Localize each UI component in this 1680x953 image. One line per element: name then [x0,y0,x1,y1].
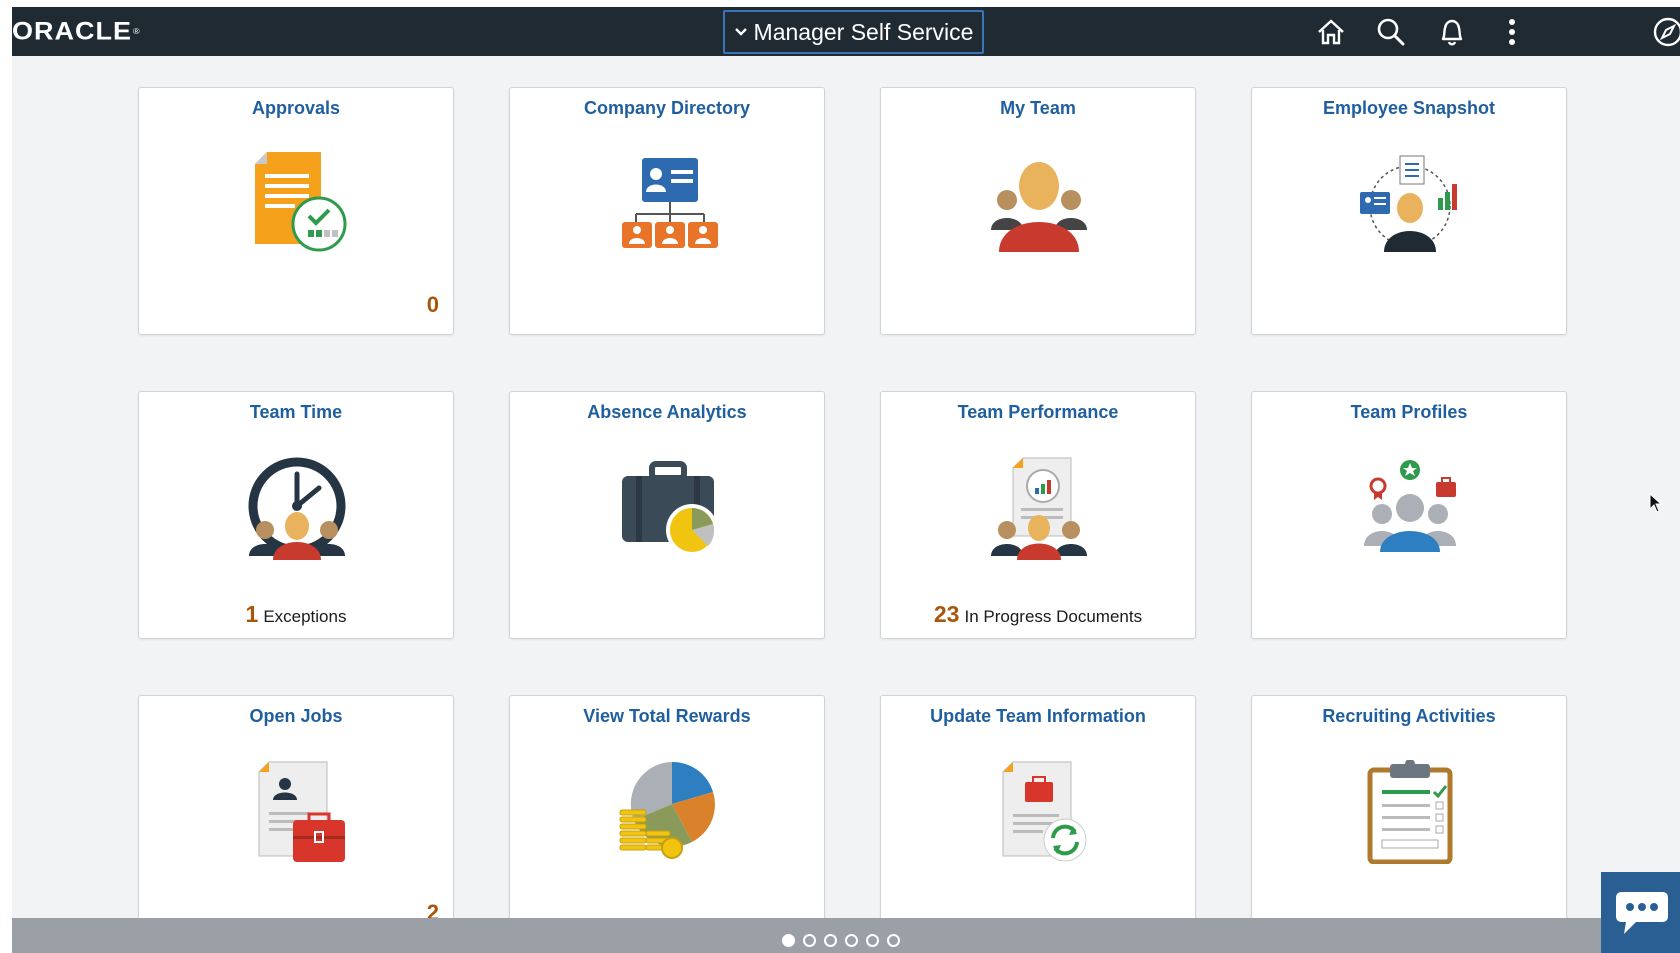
tile-title: My Team [1000,98,1076,118]
mouse-cursor-icon [1649,493,1663,513]
total-rewards-icon [614,758,722,866]
search-icon[interactable] [1373,14,1409,50]
team-performance-metric: 23 In Progress Documents [881,601,1195,628]
tile-absence-analytics[interactable]: Absence Analytics [509,391,825,639]
chat-icon [1615,891,1668,934]
page-dot-4[interactable] [845,933,858,947]
homepage-title: Manager Self Service [753,18,974,45]
page-indicator [782,931,912,949]
chevron-down-icon [734,28,747,36]
tile-team-time[interactable]: Team Time 1 Exceptions [138,391,454,639]
company-directory-icon [614,150,722,258]
tile-team-performance[interactable]: Team Performance 23 In Progress Documents [880,391,1196,639]
recruiting-activities-icon [1356,758,1464,866]
tile-title: Recruiting Activities [1322,706,1496,726]
notifications-icon[interactable] [1434,14,1470,50]
tile-title: Update Team Information [930,706,1146,726]
tile-team-profiles[interactable]: Team Profiles [1251,391,1567,639]
tile-recruiting-activities[interactable]: Recruiting Activities [1251,695,1567,943]
tile-employee-snapshot[interactable]: Employee Snapshot [1251,87,1567,335]
tile-open-jobs[interactable]: Open Jobs 2 [138,695,454,943]
logo-registered-mark: ® [133,26,141,36]
documents-count: 23 [933,601,960,627]
tile-title: View Total Rewards [583,706,751,726]
logo-text: ORACLE [12,17,132,45]
tile-title: Employee Snapshot [1322,98,1496,118]
tile-title: Absence Analytics [587,402,747,422]
oracle-logo: ORACLE® [12,17,182,45]
tile-my-team[interactable]: My Team [880,87,1196,335]
tile-title: Company Directory [583,98,751,118]
team-time-metric: 1 Exceptions [139,601,453,628]
employee-snapshot-icon [1356,150,1464,258]
documents-label: In Progress Documents [964,607,1143,626]
team-time-icon [243,454,351,562]
tile-view-total-rewards[interactable]: View Total Rewards [509,695,825,943]
tile-title: Team Profiles [1350,402,1468,422]
exceptions-label: Exceptions [263,607,347,626]
chat-button[interactable] [1601,872,1680,953]
update-team-info-icon [985,758,1093,866]
page-dot-3[interactable] [824,933,837,947]
team-profiles-icon [1356,454,1464,562]
tile-update-team-information[interactable]: Update Team Information [880,695,1196,943]
navbar-icon[interactable] [1650,14,1680,50]
page-dot-2[interactable] [803,933,816,947]
tile-title: Team Time [249,402,343,422]
tile-title: Approvals [251,98,341,118]
tile-company-directory[interactable]: Company Directory [509,87,825,335]
approvals-count: 0 [426,292,439,317]
tile-title: Open Jobs [249,706,343,726]
approvals-icon [243,150,351,258]
top-navigation-bar: ORACLE® Manager Self Service [12,7,1680,56]
absence-analytics-icon [614,454,722,562]
tile-approvals[interactable]: Approvals 0 [138,87,454,335]
page-dot-6[interactable] [887,933,900,947]
page-dot-5[interactable] [866,933,879,947]
home-icon[interactable] [1313,14,1349,50]
page-dot-1[interactable] [782,933,795,947]
my-team-icon [985,150,1093,258]
app-window: ORACLE® Manager Self Service Approvals 0… [12,7,1680,953]
actions-menu-icon[interactable] [1494,14,1530,50]
tile-title: Team Performance [957,402,1119,422]
exceptions-count: 1 [245,601,259,627]
open-jobs-icon [243,758,351,866]
homepage-selector[interactable]: Manager Self Service [723,10,984,54]
team-performance-icon [985,454,1093,562]
